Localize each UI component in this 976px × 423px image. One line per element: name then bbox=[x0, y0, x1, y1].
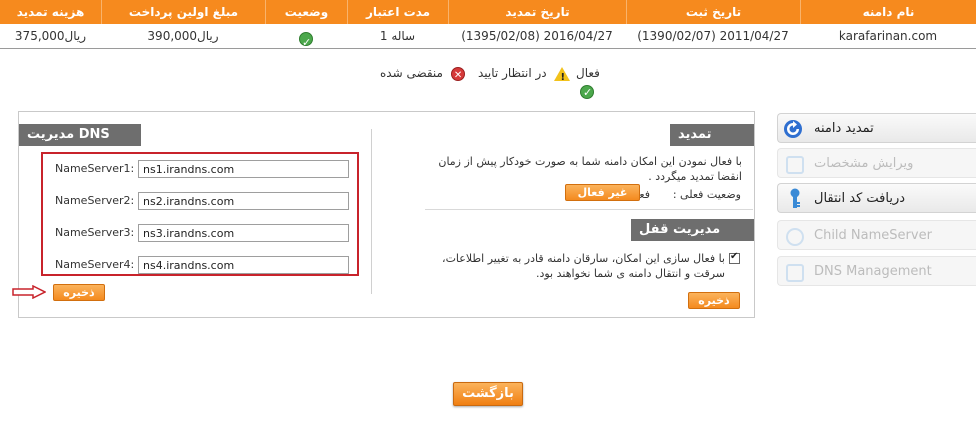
menu-item-edit[interactable]: ویرایش مشخصات bbox=[777, 148, 976, 178]
menu-item-label: DNS Management bbox=[814, 264, 932, 279]
legend-active: فعال bbox=[576, 64, 610, 102]
menu-item-transfer-code[interactable]: دریافت کد انتقال bbox=[777, 183, 976, 213]
status-legend: منقضی شده در انتظار تایید فعال bbox=[380, 64, 610, 102]
cross-circle-icon bbox=[450, 66, 465, 85]
nameserver2-input[interactable] bbox=[138, 192, 349, 210]
lock-section-title: مدیریت قفل دامنه bbox=[631, 219, 754, 259]
nameserver1-label: NameServer1: bbox=[55, 162, 135, 175]
menu-item-renew[interactable]: تمدید دامنه bbox=[777, 113, 976, 143]
domain-settings-panel: مدیریت DNS NameServer1: NameServer2: Nam… bbox=[18, 111, 755, 318]
legend-pending-label: در انتظار تایید bbox=[478, 66, 547, 80]
header-first-payment: مبلغ اولین پرداخت bbox=[101, 0, 265, 24]
menu-item-child-nameserver[interactable]: Child NameServer bbox=[777, 220, 976, 250]
warning-icon bbox=[554, 66, 571, 87]
table-header: هزینه تمدید مبلغ اولین پرداخت وضعیت مدت … bbox=[0, 0, 976, 24]
cell-domain-name: karafarinan.com bbox=[838, 29, 938, 43]
legend-pending: در انتظار تایید bbox=[478, 64, 571, 87]
legend-active-label: فعال bbox=[576, 66, 600, 80]
legend-expired-label: منقضی شده bbox=[380, 66, 443, 80]
back-button[interactable]: بازگشت bbox=[453, 382, 523, 406]
arrow-right-icon bbox=[12, 285, 46, 299]
header-renew-cost: هزینه تمدید bbox=[16, 5, 85, 19]
header-duration: مدت اعتبار bbox=[347, 0, 448, 24]
dns-save-button[interactable]: ذخیره bbox=[53, 284, 105, 301]
cell-renew-cost: 375,000ریال bbox=[14, 29, 87, 43]
nameserver3-input[interactable] bbox=[138, 224, 349, 242]
section-divider bbox=[371, 129, 372, 294]
lock-description: با فعال سازی این امکان، سارقان دامنه قاد… bbox=[442, 252, 725, 280]
renew-description: با فعال نمودن این امکان دامنه شما به صور… bbox=[438, 155, 742, 183]
renew-section-title: تمدید دامنه bbox=[670, 124, 754, 164]
nameserver1-input[interactable] bbox=[138, 160, 349, 178]
cell-register-date: (1390/02/07) 2011/04/27 bbox=[637, 29, 789, 43]
header-renew-date: تاریخ تمدید bbox=[448, 0, 626, 24]
deactivate-renew-button[interactable]: غیر فعال شود bbox=[565, 184, 640, 214]
nameserver2-label: NameServer2: bbox=[55, 194, 135, 207]
dns-icon bbox=[786, 264, 804, 282]
cell-renew-date: (1395/02/08) 2016/04/27 bbox=[461, 29, 613, 43]
header-status: وضعیت bbox=[265, 0, 347, 24]
check-circle-icon bbox=[299, 31, 313, 55]
cell-duration: 1 ساله bbox=[379, 29, 416, 43]
header-register-date: تاریخ ثبت bbox=[626, 0, 800, 24]
cell-first-payment: 390,000ریال bbox=[147, 29, 219, 43]
renew-icon bbox=[784, 120, 802, 138]
menu-item-label: تمدید دامنه bbox=[814, 121, 874, 136]
nameserver-highlight-box: NameServer1: NameServer2: NameServer3: N… bbox=[41, 152, 359, 276]
nameserver4-label: NameServer4: bbox=[55, 258, 135, 271]
dns-section-title: مدیریت DNS bbox=[19, 124, 141, 146]
nameserver4-input[interactable] bbox=[138, 256, 349, 274]
legend-expired: منقضی شده bbox=[380, 64, 465, 85]
nameserver3-label: NameServer3: bbox=[55, 226, 135, 239]
lock-save-button[interactable]: ذخیره bbox=[688, 292, 740, 309]
section-divider-horizontal bbox=[425, 209, 753, 210]
cell-status bbox=[265, 24, 347, 55]
header-domain-name: نام دامنه bbox=[800, 0, 976, 24]
menu-item-dns-management[interactable]: DNS Management bbox=[777, 256, 976, 286]
renew-status-label: وضعیت فعلی : bbox=[672, 188, 741, 201]
menu-item-label: دریافت کد انتقال bbox=[814, 191, 906, 206]
menu-item-label: Child NameServer bbox=[814, 228, 932, 243]
table-row: 375,000ریال 390,000ریال 1 ساله (1395/02/… bbox=[0, 24, 976, 55]
child-ns-icon bbox=[786, 228, 804, 246]
edit-icon bbox=[786, 156, 804, 174]
menu-item-label: ویرایش مشخصات bbox=[814, 156, 914, 171]
check-circle-icon bbox=[580, 84, 594, 102]
lock-checkbox[interactable] bbox=[729, 251, 740, 264]
key-icon bbox=[788, 188, 806, 208]
